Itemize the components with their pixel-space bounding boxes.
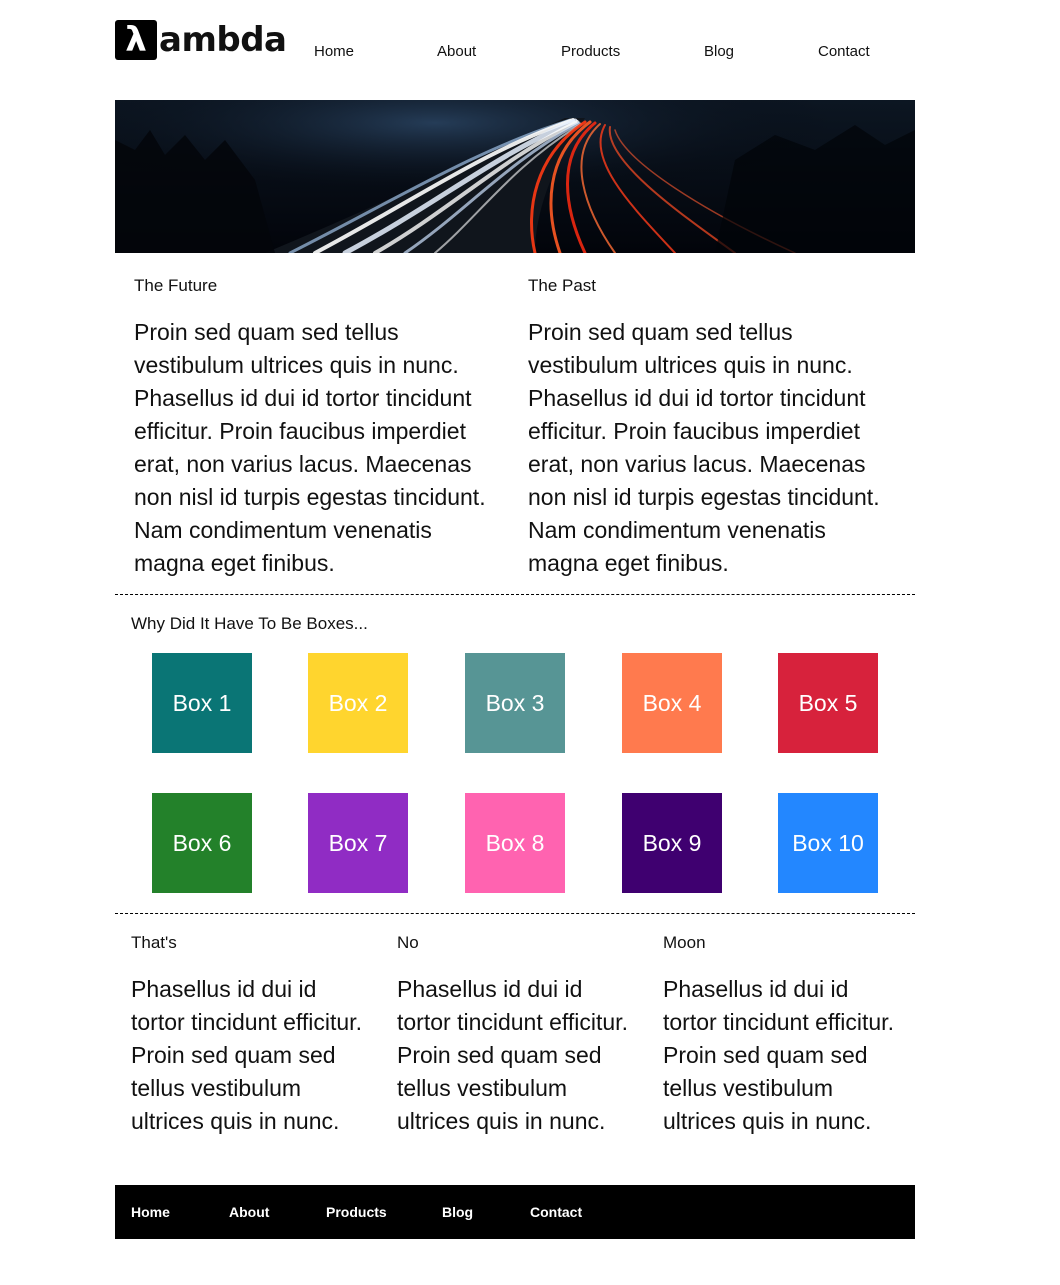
- box-6: Box 6: [152, 793, 252, 893]
- column-title: No: [397, 933, 419, 952]
- section-body: Proin sed quam sed tellus vestibulum ult…: [528, 319, 880, 576]
- section-title: The Future: [134, 276, 218, 295]
- box-4: Box 4: [622, 653, 722, 753]
- footer-nav-products[interactable]: Products: [326, 1203, 387, 1221]
- section-body: Proin sed quam sed tellus vestibulum ult…: [134, 319, 486, 576]
- box-5: Box 5: [778, 653, 878, 753]
- nav-about[interactable]: About: [437, 42, 476, 62]
- divider: [115, 913, 915, 914]
- column-moon: Moon Phasellus id dui id tortor tincidun…: [663, 933, 903, 1138]
- box-10: Box 10: [778, 793, 878, 893]
- lambda-logo-icon: λ: [115, 20, 157, 60]
- nav-contact[interactable]: Contact: [818, 42, 870, 62]
- footer-nav-about[interactable]: About: [229, 1203, 269, 1221]
- section-title: The Past: [528, 276, 597, 295]
- footer-nav-home[interactable]: Home: [131, 1203, 170, 1221]
- logo-link[interactable]: λ ambda: [115, 20, 287, 60]
- nav-home[interactable]: Home: [314, 42, 354, 62]
- boxes-title: Why Did It Have To Be Boxes...: [131, 614, 368, 633]
- box-7: Box 7: [308, 793, 408, 893]
- footer-nav-contact[interactable]: Contact: [530, 1203, 582, 1221]
- logo-text: ambda: [159, 20, 287, 60]
- site-header: λ ambda Home About Products Blog Contact: [115, 0, 915, 100]
- site-footer: Home About Products Blog Contact: [115, 1185, 915, 1239]
- column-body: Phasellus id dui id tortor tincidunt eff…: [663, 976, 894, 1134]
- box-9: Box 9: [622, 793, 722, 893]
- column-title: Moon: [663, 933, 706, 952]
- column-body: Phasellus id dui id tortor tincidunt eff…: [131, 976, 362, 1134]
- footer-nav-blog[interactable]: Blog: [442, 1203, 473, 1221]
- column-body: Phasellus id dui id tortor tincidunt eff…: [397, 976, 628, 1134]
- column-title: That's: [131, 933, 177, 952]
- section-the-past: The Past Proin sed quam sed tellus vesti…: [528, 276, 898, 580]
- divider: [115, 594, 915, 595]
- hero-light-trails-image: [115, 100, 915, 253]
- box-1: Box 1: [152, 653, 252, 753]
- box-8: Box 8: [465, 793, 565, 893]
- page: λ ambda Home About Products Blog Contact: [115, 0, 915, 1239]
- box-2: Box 2: [308, 653, 408, 753]
- nav-blog[interactable]: Blog: [704, 42, 734, 62]
- nav-products[interactable]: Products: [561, 42, 620, 62]
- top-nav: Home About Products Blog Contact: [270, 42, 915, 62]
- column-thats: That's Phasellus id dui id tortor tincid…: [131, 933, 371, 1138]
- column-no: No Phasellus id dui id tortor tincidunt …: [397, 933, 637, 1138]
- hero-image: [115, 100, 915, 253]
- section-the-future: The Future Proin sed quam sed tellus ves…: [134, 276, 504, 580]
- box-3: Box 3: [465, 653, 565, 753]
